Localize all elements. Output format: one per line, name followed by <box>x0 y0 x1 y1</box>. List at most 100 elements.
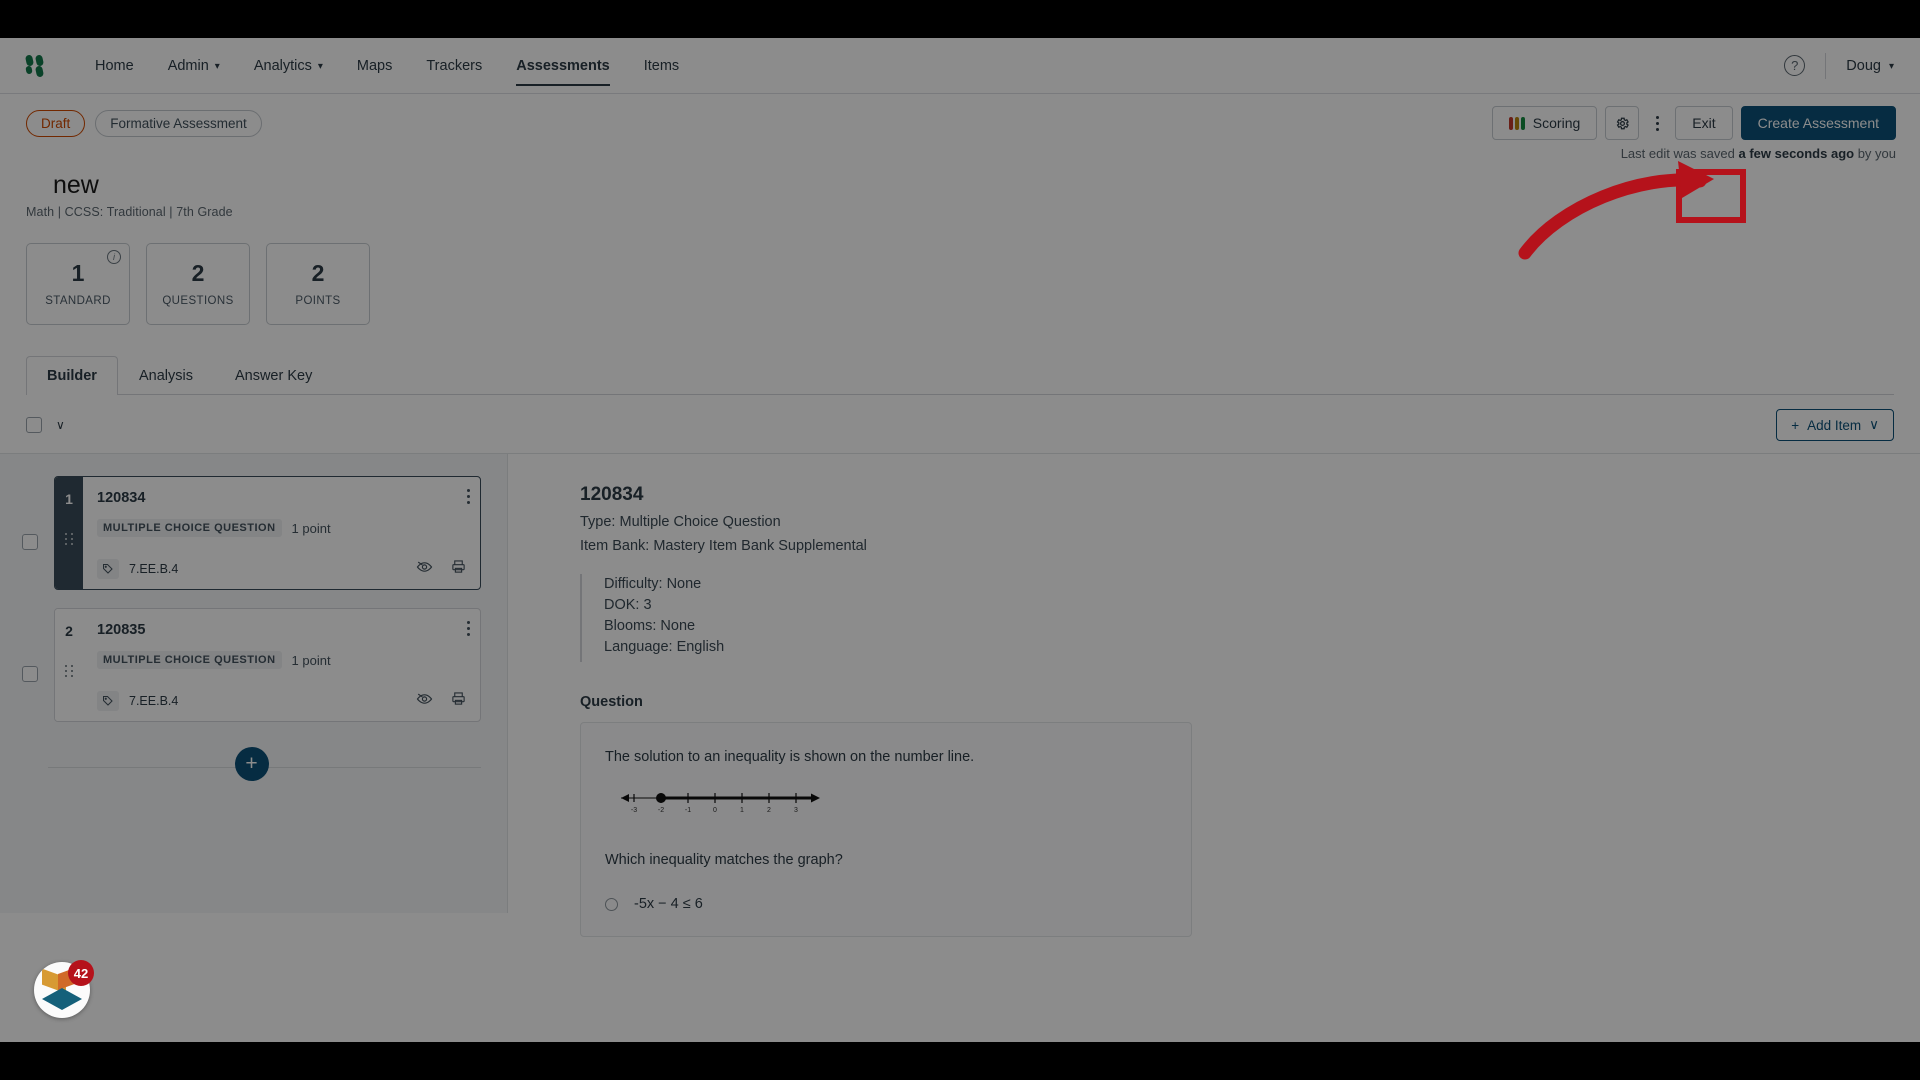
add-item-inline-button[interactable]: + <box>234 747 269 781</box>
nav-item-analytics[interactable]: Analytics ▾ <box>237 38 340 94</box>
question-heading: Question <box>580 694 643 710</box>
title-row: new <box>26 171 1894 200</box>
nav-label: Admin <box>167 57 209 74</box>
inline-add-row: + <box>22 740 481 796</box>
answer-choice[interactable]: -5x − 4 ≤ 6 <box>605 896 1167 912</box>
item-detail-pane: 120834 Type: Multiple Choice Question It… <box>508 454 1920 937</box>
summary-stats: i 1 STANDARD 2 QUESTIONS 2 POINTS <box>26 243 1894 325</box>
header-actions: Scoring Exit Create Assessment <box>1491 106 1896 140</box>
create-assessment-label: Create Assessment <box>1757 115 1879 131</box>
scoring-label: Scoring <box>1532 115 1581 131</box>
svg-text:2: 2 <box>767 807 771 814</box>
stat-label: STANDARD <box>45 294 111 307</box>
printer-icon[interactable] <box>451 559 466 579</box>
nav-item-admin[interactable]: Admin ▾ <box>151 38 237 94</box>
mastery-logo[interactable] <box>24 53 52 78</box>
item-rail: 2 <box>55 609 83 721</box>
stat-card-points[interactable]: 2 POINTS <box>266 243 370 325</box>
detail-dok: DOK: 3 <box>604 597 652 613</box>
stat-value: 2 <box>311 259 325 286</box>
drag-handle-icon[interactable] <box>64 665 74 677</box>
item-footer-icons <box>416 691 466 711</box>
tab-answer-key[interactable]: Answer Key <box>214 356 333 395</box>
item-list-pane: 1 120834 MULTIPLE CHOICE QUESTION 1 poin… <box>0 454 507 913</box>
nav-divider <box>1825 52 1827 79</box>
select-all-checkbox[interactable] <box>26 417 42 433</box>
item-meta: MULTIPLE CHOICE QUESTION 1 point <box>97 651 466 669</box>
app-viewport: Home Admin ▾ Analytics ▾ Maps Trackers A… <box>0 38 1920 1042</box>
add-item-button[interactable]: + Add Item ∨ <box>1776 409 1894 441</box>
answer-choice-label: -5x − 4 ≤ 6 <box>634 896 703 912</box>
detail-language: Language: English <box>604 639 725 655</box>
notification-count-badge: 42 <box>68 960 94 986</box>
item-card[interactable]: 2 120835 MULTIPLE CHOICE QUESTION 1 poin… <box>54 608 481 722</box>
stat-label: QUESTIONS <box>162 294 234 307</box>
detail-meta-list: Difficulty: None DOK: 3 Blooms: None Lan… <box>580 574 1920 662</box>
item-list-toolbar: ∨ + Add Item ∨ <box>0 395 1920 453</box>
exit-button[interactable]: Exit <box>1675 106 1733 140</box>
mastery-connect-widget[interactable]: 42 <box>34 960 94 1018</box>
item-checkbox[interactable] <box>22 534 38 550</box>
svg-text:-3: -3 <box>631 807 637 814</box>
info-icon[interactable]: i <box>107 250 121 264</box>
nav-item-maps[interactable]: Maps <box>340 38 409 94</box>
tag-icon <box>97 691 119 711</box>
tab-builder[interactable]: Builder <box>26 356 118 395</box>
eye-off-icon[interactable] <box>416 560 433 579</box>
add-item-label: Add Item <box>1807 417 1862 433</box>
detail-difficulty: Difficulty: None <box>604 576 702 592</box>
nav-item-items[interactable]: Items <box>627 38 696 94</box>
svg-text:-1: -1 <box>685 807 691 814</box>
plus-icon: + <box>1791 417 1800 433</box>
help-icon[interactable]: ? <box>1784 55 1806 76</box>
detail-type: Type: Multiple Choice Question <box>580 514 781 530</box>
exit-label: Exit <box>1692 115 1716 131</box>
more-options-button[interactable] <box>1647 106 1667 140</box>
nav-item-home[interactable]: Home <box>78 38 151 94</box>
chevron-down-icon: ∨ <box>1869 417 1879 432</box>
radio-icon[interactable] <box>605 897 618 911</box>
svg-text:3: 3 <box>794 807 798 814</box>
scoring-button[interactable]: Scoring <box>1491 106 1598 140</box>
verified-seal-icon <box>26 177 44 195</box>
item-meta: MULTIPLE CHOICE QUESTION 1 point <box>97 519 466 537</box>
tab-analysis[interactable]: Analysis <box>118 356 214 395</box>
nav-item-assessments[interactable]: Assessments <box>499 38 627 94</box>
svg-text:1: 1 <box>740 807 744 814</box>
drag-handle-icon[interactable] <box>64 533 74 545</box>
assessment-header: Draft Formative Assessment Scoring Exit <box>0 94 1920 395</box>
item-standard: 7.EE.B.4 <box>129 562 179 576</box>
item-points: 1 point <box>291 520 331 536</box>
question-stem: The solution to an inequality is shown o… <box>605 749 975 765</box>
saved-suffix: by you <box>1854 146 1896 161</box>
user-menu[interactable]: Doug ▾ <box>1846 58 1894 74</box>
item-card[interactable]: 1 120834 MULTIPLE CHOICE QUESTION 1 poin… <box>54 476 481 590</box>
svg-text:0: 0 <box>713 807 717 814</box>
stat-label: POINTS <box>295 294 341 307</box>
item-checkbox[interactable] <box>22 666 38 682</box>
stat-card-standard[interactable]: i 1 STANDARD <box>26 243 130 325</box>
builder-tabs: Builder Analysis Answer Key <box>26 355 1894 395</box>
question-preview: The solution to an inequality is shown o… <box>580 722 1192 937</box>
eye-off-icon[interactable] <box>416 692 433 711</box>
saved-time: a few seconds ago <box>1738 146 1855 161</box>
gear-icon[interactable] <box>1605 106 1640 140</box>
item-more-options-button[interactable] <box>467 621 470 636</box>
nav-right-group: ? Doug ▾ <box>1784 52 1894 79</box>
stat-card-questions[interactable]: 2 QUESTIONS <box>146 243 250 325</box>
nav-label: Assessments <box>516 57 610 74</box>
builder-content: 1 120834 MULTIPLE CHOICE QUESTION 1 poin… <box>0 453 1920 937</box>
chevron-down-icon[interactable]: ∨ <box>56 418 65 432</box>
create-assessment-button[interactable]: Create Assessment <box>1740 106 1896 140</box>
nav-item-trackers[interactable]: Trackers <box>409 38 499 94</box>
detail-item-bank: Item Bank: Mastery Item Bank Supplementa… <box>580 538 867 554</box>
question-prompt: Which inequality matches the graph? <box>605 852 843 868</box>
item-number: 1 <box>65 491 73 507</box>
svg-text:-2: -2 <box>658 807 664 814</box>
item-more-options-button[interactable] <box>467 489 470 504</box>
top-navigation-bar: Home Admin ▾ Analytics ▾ Maps Trackers A… <box>0 38 1920 94</box>
scoring-bars-icon <box>1508 116 1525 130</box>
printer-icon[interactable] <box>451 691 466 711</box>
number-line-graphic: -3 -2 -1 0 1 2 3 <box>615 787 1167 826</box>
saved-prefix: Last edit was saved <box>1620 146 1739 161</box>
